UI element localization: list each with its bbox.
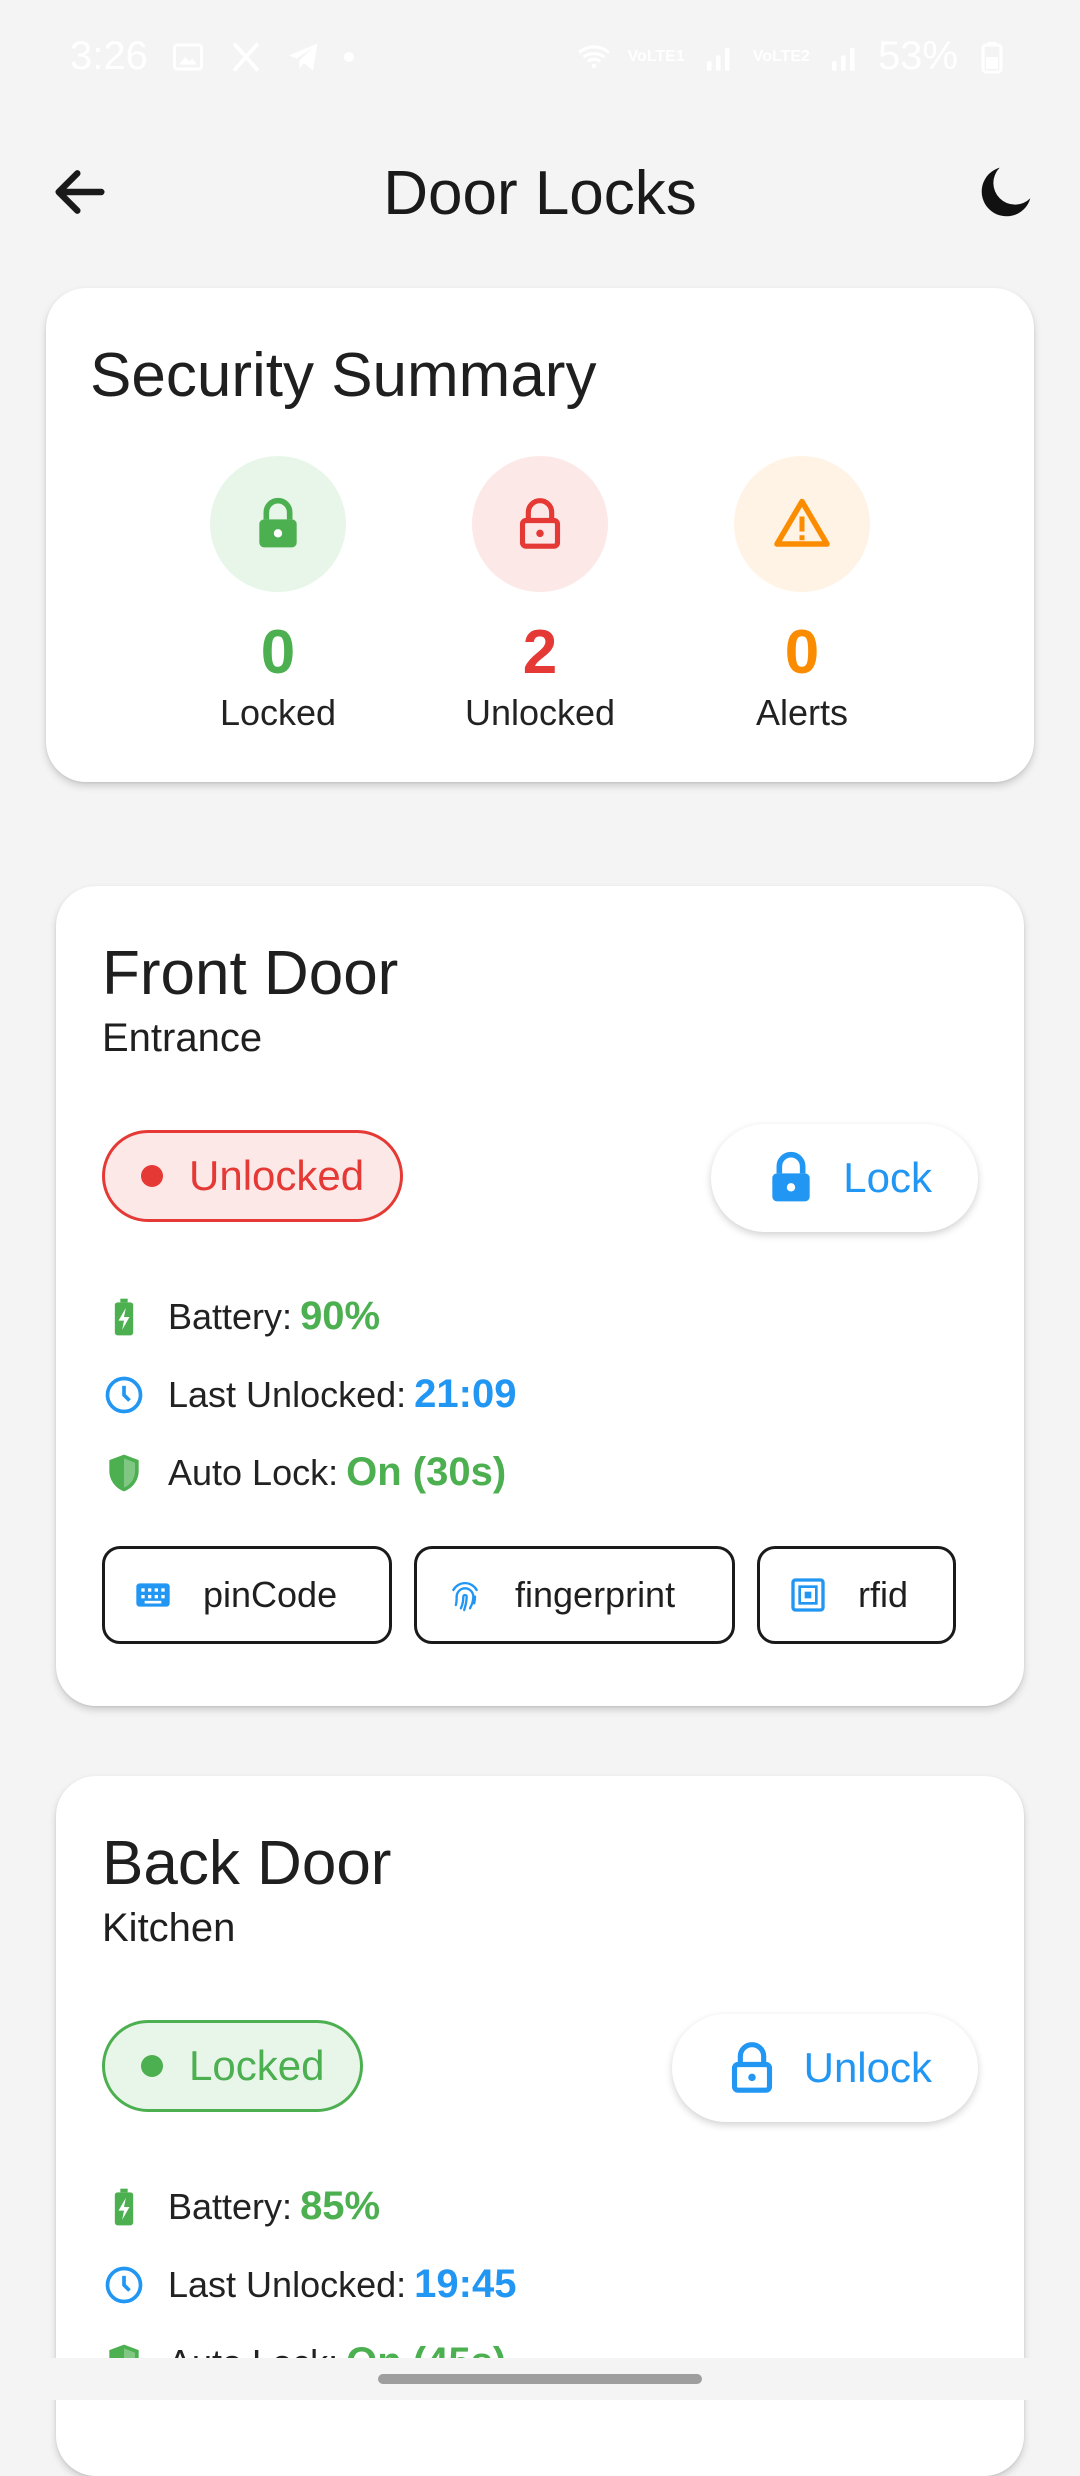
- stat-unlocked: 2 Unlocked: [390, 456, 690, 734]
- home-indicator[interactable]: [378, 2374, 702, 2384]
- signal-icon: [831, 47, 855, 70]
- status-badge: Unlocked: [102, 1130, 404, 1222]
- image-icon: [172, 43, 203, 70]
- battery-percent: 53%: [877, 34, 958, 78]
- stat-unlocked-label: Unlocked: [464, 692, 616, 733]
- status-time: 3:26: [70, 34, 148, 78]
- warning-icon: [774, 498, 830, 547]
- lock-open-icon: [519, 498, 561, 549]
- battery-icon: [981, 41, 1003, 73]
- lock-icon: [772, 1151, 810, 1202]
- battery-row: Battery: 85%: [102, 2184, 380, 2229]
- notification-dot: [343, 51, 354, 62]
- status-text: Unlocked: [189, 1152, 365, 1199]
- stat-alerts: 0 Alerts: [652, 456, 952, 734]
- fingerprint-icon: [452, 1581, 478, 1612]
- network-label-2: VoLTE2: [752, 47, 810, 65]
- status-bar: 3:26 VoLTE1 VoLTE2 53%: [0, 0, 1080, 116]
- security-summary-card: Security Summary 0 Locked 2 Unlocked 0 A…: [46, 288, 1034, 782]
- stat-unlocked-circle: [472, 456, 608, 592]
- battery-charging-icon: [114, 1298, 134, 1335]
- app-bar: Door Locks: [0, 116, 1080, 276]
- battery-value: 85%: [300, 2184, 381, 2228]
- last-unlocked-value: 19:45: [414, 2262, 517, 2306]
- clock-icon: [105, 1376, 143, 1413]
- status-dot: [141, 2055, 163, 2077]
- stat-unlocked-value: 2: [522, 618, 558, 687]
- lock-button[interactable]: Lock: [711, 1124, 978, 1232]
- status-badge: Locked: [102, 2020, 364, 2112]
- battery-row: Battery: 90%: [102, 1294, 380, 1339]
- lock-button-label: Lock: [843, 1154, 932, 1201]
- method-chip-pincode[interactable]: pinCode: [102, 1546, 392, 1644]
- unlock-button[interactable]: Unlock: [671, 2014, 978, 2122]
- stat-alerts-label: Alerts: [755, 692, 849, 733]
- battery-label: Battery:: [168, 2185, 293, 2227]
- method-chip-rfid[interactable]: rfid: [757, 1546, 956, 1644]
- rfid-icon: [791, 1578, 825, 1612]
- last-unlocked-label: Last Unlocked:: [168, 2263, 407, 2305]
- auto-lock-label: Auto Lock:: [168, 1451, 339, 1493]
- method-label: rfid: [858, 1574, 909, 1615]
- access-methods: pinCode fingerprint rfid: [102, 1546, 956, 1644]
- battery-value: 90%: [300, 1294, 381, 1338]
- clock-icon: [105, 2266, 143, 2303]
- last-unlocked-value: 21:09: [414, 1372, 517, 1416]
- stat-locked-circle: [210, 456, 346, 592]
- stat-alerts-circle: [734, 456, 870, 592]
- method-chip-fingerprint[interactable]: fingerprint: [414, 1546, 735, 1644]
- shield-icon: [109, 1454, 139, 1491]
- stat-locked-value: 0: [260, 618, 296, 687]
- stat-alerts-value: 0: [784, 618, 820, 687]
- battery-charging-icon: [114, 2188, 134, 2225]
- battery-label: Battery:: [168, 1295, 293, 1337]
- last-unlocked-row: Last Unlocked: 21:09: [102, 1372, 516, 1417]
- signal-icon: [706, 47, 730, 70]
- status-text: Locked: [189, 2042, 325, 2089]
- lock-open-icon: [731, 2042, 772, 2093]
- last-unlocked-label: Last Unlocked:: [168, 1373, 407, 1415]
- door-name: Front Door: [102, 939, 399, 1008]
- auto-lock-value: On (30s): [346, 1450, 507, 1494]
- stat-locked-label: Locked: [219, 692, 337, 733]
- page-title: Door Locks: [383, 159, 697, 228]
- moon-icon[interactable]: [972, 156, 1042, 226]
- summary-title: Security Summary: [90, 341, 597, 410]
- unlock-button-label: Unlock: [803, 2044, 932, 2091]
- keyboard-icon: [136, 1583, 170, 1607]
- lock-icon: [259, 497, 297, 548]
- last-unlocked-row: Last Unlocked: 19:45: [102, 2262, 516, 2307]
- x-logo-icon: [232, 41, 260, 72]
- method-label: fingerprint: [515, 1574, 676, 1615]
- door-name: Back Door: [102, 1829, 392, 1898]
- method-label: pinCode: [203, 1574, 338, 1615]
- network-label-1: VoLTE1: [627, 47, 685, 65]
- stat-locked: 0 Locked: [128, 456, 428, 734]
- door-room: Entrance: [102, 1016, 263, 1060]
- door-card-front[interactable]: Front Door Entrance Unlocked Lock Batter…: [56, 886, 1024, 1706]
- door-room: Kitchen: [102, 1906, 236, 1950]
- auto-lock-row: Auto Lock: On (30s): [102, 1450, 506, 1495]
- wifi-icon: [577, 44, 610, 68]
- telegram-icon: [288, 43, 318, 70]
- status-dot: [141, 1165, 163, 1187]
